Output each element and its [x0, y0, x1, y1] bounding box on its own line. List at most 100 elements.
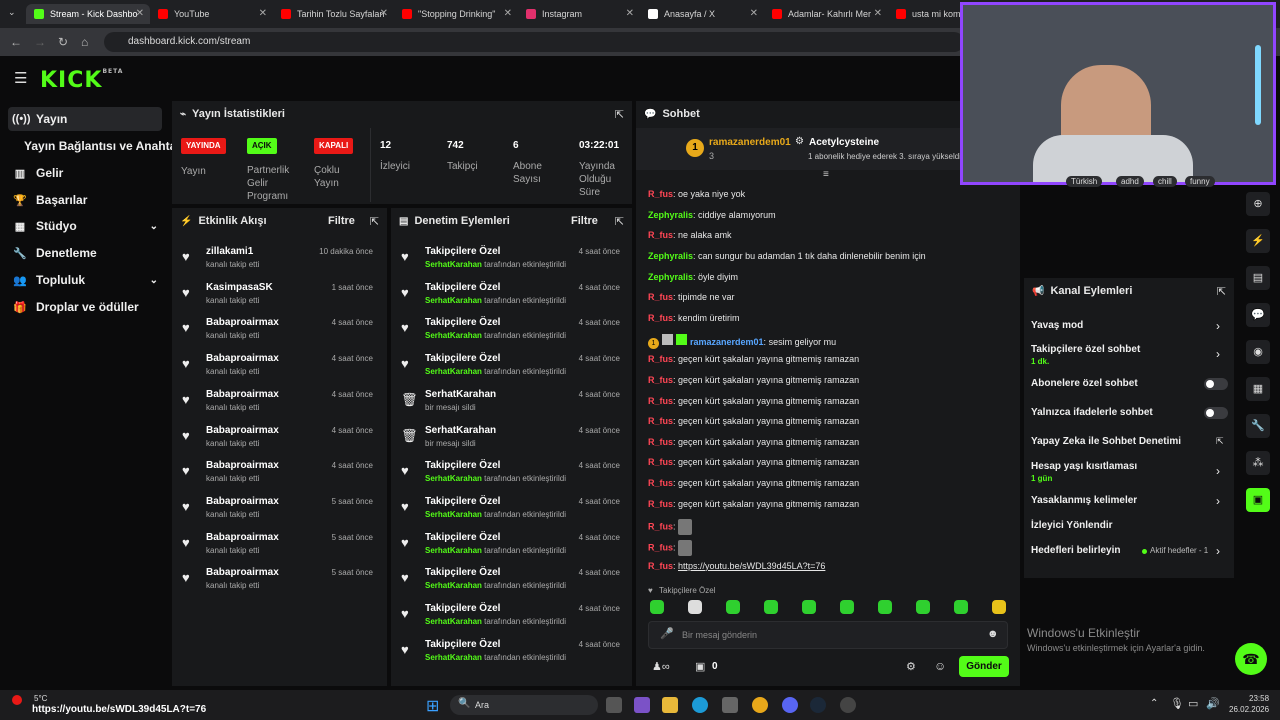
help-button[interactable]: ☎ [1235, 643, 1267, 675]
scroll-down-icon[interactable]: ≡ [823, 169, 829, 180]
chat-username[interactable]: R_fus [648, 542, 673, 552]
pinned-user[interactable]: ramazanerdem01 [709, 137, 791, 148]
toggle-switch[interactable] [1204, 407, 1228, 419]
browser-tab[interactable]: Adamlar- Kahırlı Mer ✕ [764, 4, 888, 24]
back-icon[interactable]: ← [10, 35, 22, 49]
activity-user[interactable]: Babaproairmax [206, 496, 279, 507]
moderator-name[interactable]: SerhatKarahan [425, 510, 482, 519]
sidebar-item[interactable]: 🔧 Denetleme [8, 241, 162, 265]
emoji-icon[interactable]: ☻ [987, 628, 999, 640]
toggle-switch[interactable] [1204, 378, 1228, 390]
discord-icon[interactable] [782, 697, 798, 713]
chat-username[interactable]: R_fus [648, 354, 673, 364]
emote-menu-icon[interactable]: ☺ [934, 659, 946, 673]
task-view-icon[interactable] [606, 697, 622, 713]
sidebar-item[interactable]: 👥 Topluluk ⌄ [8, 268, 162, 292]
chat-link[interactable]: https://youtu.be/sWDL39d45LA?t=76 [678, 561, 825, 571]
volume-icon[interactable]: 🔊 [1206, 697, 1220, 710]
moderator-name[interactable]: SerhatKarahan [425, 617, 482, 626]
browser-tab[interactable]: Instagram ✕ [518, 4, 640, 24]
mic-tray-icon[interactable]: 🎙 [1170, 697, 1184, 710]
chat-username[interactable]: R_fus [648, 189, 673, 199]
forward-icon[interactable]: → [34, 35, 46, 49]
browser-tab[interactable]: Stream - Kick Dashbo ✕ [26, 4, 150, 24]
emote-icon[interactable] [840, 600, 854, 614]
users-infinity-icon[interactable]: ♟∞ [652, 660, 670, 673]
wrench-icon[interactable]: 🔧 [1246, 414, 1270, 438]
chat-username[interactable]: R_fus [648, 230, 673, 240]
emote-icon[interactable] [878, 600, 892, 614]
browser-tab[interactable]: "Stopping Drinking" ✕ [394, 4, 518, 24]
emote-icon[interactable] [992, 600, 1006, 614]
channel-action[interactable]: Takipçilere özel sohbet 1 dk. [1031, 344, 1140, 366]
kick-logo[interactable]: KICKBETA [40, 68, 123, 93]
moderation-filter-button[interactable]: Filtre [571, 215, 598, 227]
activity-user[interactable]: KasimpasaSK [206, 282, 273, 293]
channel-action[interactable]: Abonelere özel sohbet [1031, 378, 1138, 389]
moderator-name[interactable]: SerhatKarahan [425, 653, 482, 662]
chat-username[interactable]: R_fus [648, 313, 673, 323]
stream-tag[interactable]: Türkish [1066, 176, 1103, 187]
sidebar-item[interactable]: Yayın Bağlantısı ve Anahtarı [8, 134, 184, 158]
close-tab-icon[interactable]: ✕ [136, 8, 144, 19]
close-tab-icon[interactable]: ✕ [626, 8, 634, 19]
moderator-name[interactable]: SerhatKarahan [425, 546, 482, 555]
close-tab-icon[interactable]: ✕ [504, 8, 512, 19]
close-tab-icon[interactable]: ✕ [874, 8, 882, 19]
mic-icon[interactable]: 🎤 [660, 627, 674, 640]
sidebar-item[interactable]: ▥ Gelir [8, 161, 162, 185]
moderator-name[interactable]: SerhatKarahan [425, 474, 482, 483]
start-icon[interactable]: ⊞ [426, 696, 439, 716]
quick-action-icon[interactable]: ⊕ [1246, 192, 1270, 216]
emote-icon[interactable] [764, 600, 778, 614]
stream-tag[interactable]: adhd [1116, 176, 1144, 187]
chevron-right-icon[interactable]: › [1216, 494, 1220, 508]
edge-icon[interactable] [692, 697, 708, 713]
chevron-right-icon[interactable]: › [1216, 319, 1220, 333]
channel-action[interactable]: Hesap yaşı kısıtlaması 1 gün [1031, 461, 1137, 483]
taskbar-search[interactable] [450, 695, 598, 715]
close-tab-icon[interactable]: ✕ [750, 8, 758, 19]
channel-action[interactable]: Yalnızca ifadelerle sohbet [1031, 407, 1153, 418]
network-icon[interactable]: ▭ [1188, 697, 1198, 710]
activity-user[interactable]: Babaproairmax [206, 532, 279, 543]
stream-tag[interactable]: funny [1185, 176, 1215, 187]
sidebar-item[interactable]: 🏆 Başarılar [8, 188, 162, 212]
close-tab-icon[interactable]: ✕ [380, 8, 388, 19]
chat-username[interactable]: R_fus [648, 478, 673, 488]
tray-chevron-icon[interactable]: ⌃ [1150, 698, 1158, 709]
home-icon[interactable]: ⌂ [81, 35, 88, 49]
emote-icon[interactable] [650, 600, 664, 614]
expand-icon[interactable]: ⇱ [1217, 285, 1226, 298]
widgets-icon[interactable] [634, 697, 650, 713]
broadcast-icon[interactable]: ◉ [1246, 340, 1270, 364]
store-icon[interactable] [722, 697, 738, 713]
send-button[interactable]: Gönder [959, 656, 1009, 677]
file-explorer-icon[interactable] [662, 697, 678, 713]
channel-action[interactable]: Hedefleri belirleyin [1031, 545, 1120, 556]
stream-tag[interactable]: chill [1153, 176, 1177, 187]
activity-user[interactable]: Babaproairmax [206, 317, 279, 328]
chevron-right-icon[interactable]: › [1216, 544, 1220, 558]
clock-time[interactable]: 23:58 [1249, 694, 1269, 703]
chat-username[interactable]: Zephyralis [648, 251, 693, 261]
chat-username[interactable]: R_fus [648, 375, 673, 385]
emote-icon[interactable] [802, 600, 816, 614]
chat-username[interactable]: Zephyralis [648, 210, 693, 220]
sidebar-item[interactable]: ((•)) Yayın [8, 107, 162, 131]
pinned-gift-user[interactable]: Acetylcysteine [809, 137, 879, 148]
activity-user[interactable]: Babaproairmax [206, 425, 279, 436]
bolt-icon[interactable]: ⚡ [1246, 229, 1270, 253]
activity-filter-button[interactable]: Filtre [328, 215, 355, 227]
chrome-icon[interactable] [752, 697, 768, 713]
chevron-right-icon[interactable]: › [1216, 347, 1220, 361]
emote-icon[interactable] [688, 600, 702, 614]
steam-icon[interactable] [810, 697, 826, 713]
activity-user[interactable]: Babaproairmax [206, 353, 279, 364]
moderator-name[interactable]: SerhatKarahan [425, 331, 482, 340]
channel-action[interactable]: Yasaklanmış kelimeler [1031, 495, 1137, 506]
url-field[interactable]: dashboard.kick.com/stream [104, 32, 964, 52]
moderator-name[interactable]: SerhatKarahan [425, 367, 482, 376]
activity-user[interactable]: zillakami1 [206, 246, 253, 257]
activity-user[interactable]: Babaproairmax [206, 567, 279, 578]
